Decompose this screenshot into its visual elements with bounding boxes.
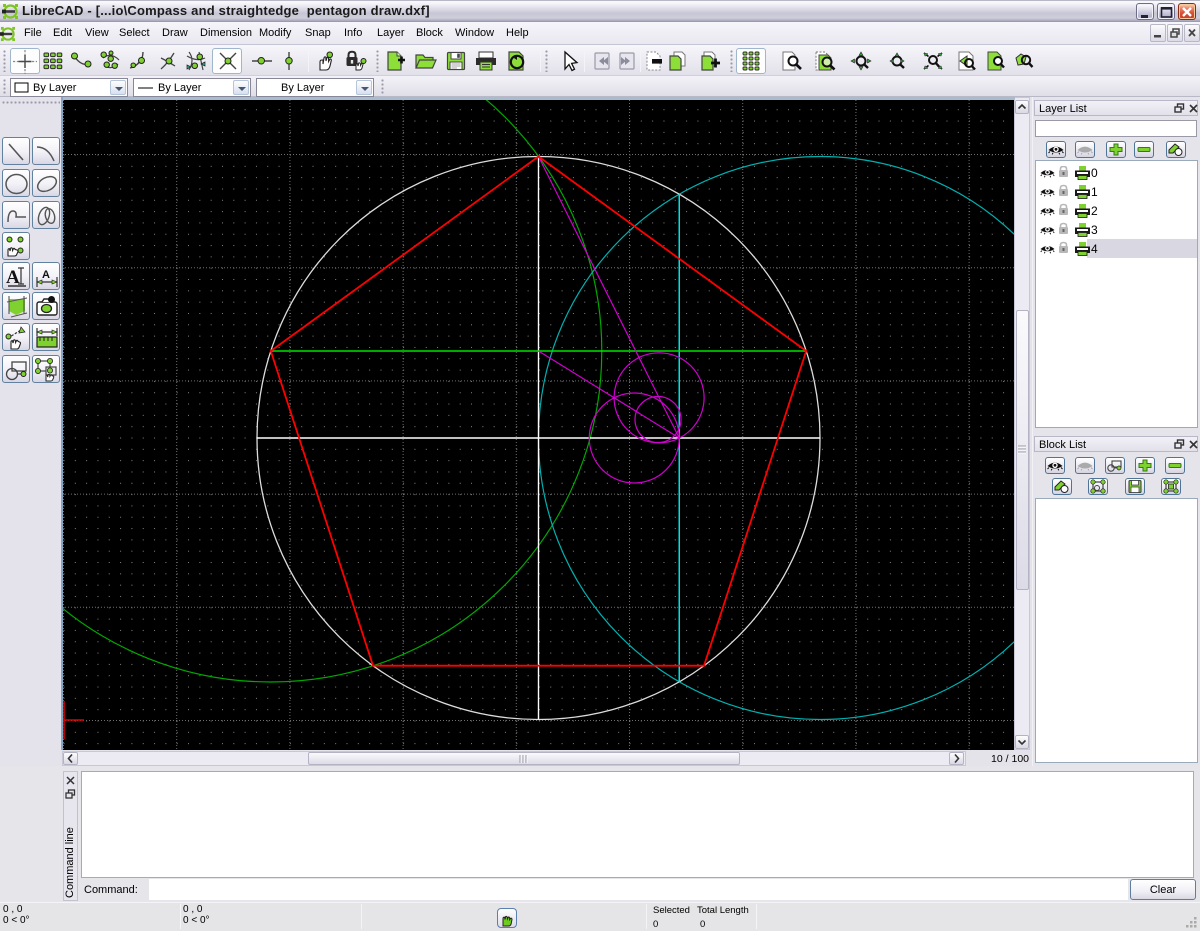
svg-text:2: 2 bbox=[1091, 204, 1098, 218]
svg-text:1: 1 bbox=[1091, 185, 1098, 199]
svg-text:3: 3 bbox=[1091, 223, 1098, 237]
svg-text:0: 0 bbox=[1091, 166, 1098, 180]
svg-text:A: A bbox=[6, 267, 20, 288]
svg-text:A: A bbox=[42, 269, 50, 281]
svg-text:4: 4 bbox=[1091, 242, 1098, 256]
